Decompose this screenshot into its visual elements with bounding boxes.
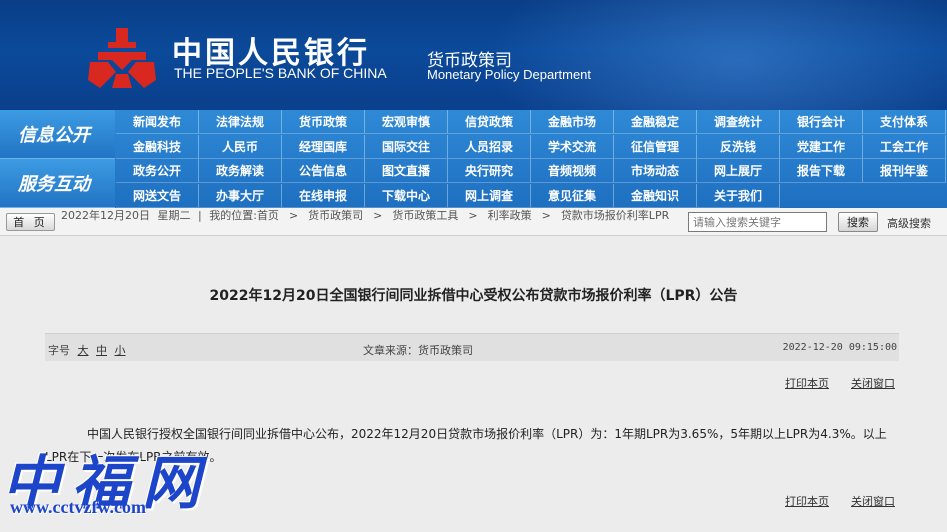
nav-item[interactable]: 银行会计 <box>780 110 863 134</box>
nav-item[interactable]: 报刊年鉴 <box>863 159 946 183</box>
nav-item[interactable]: 政务解读 <box>199 159 282 183</box>
font-size-controls: 字号 大 中 小 <box>48 342 126 358</box>
nav-item[interactable]: 公告信息 <box>282 159 365 183</box>
print-page-link-bottom[interactable]: 打印本页 <box>785 493 829 509</box>
home-button[interactable]: 首 页 <box>6 213 55 231</box>
nav-item[interactable]: 金融知识 <box>614 184 697 208</box>
header-glow <box>487 0 947 110</box>
article-meta-bar: 字号 大 中 小 文章来源：货币政策司 2022-12-20 09:15:00 <box>45 333 899 361</box>
nav-item[interactable]: 金融科技 <box>116 135 199 159</box>
nav-section-service-interaction[interactable]: 服务互动 <box>0 159 115 208</box>
font-size-label: 字号 <box>48 344 70 357</box>
close-window-link-bottom[interactable]: 关闭窗口 <box>851 493 895 509</box>
article-source: 文章来源：货币政策司 <box>363 344 473 357</box>
nav-section-info-disclosure[interactable]: 信息公开 <box>0 110 115 159</box>
pboc-logo-icon <box>88 28 156 88</box>
nav-item[interactable]: 下载中心 <box>365 184 448 208</box>
breadcrumb-separator: > <box>541 209 551 222</box>
article-title: 2022年12月20日全国银行间同业拆借中心受权公布贷款市场报价利率（LPR）公… <box>209 288 738 304</box>
location-prefix: 我的位置: <box>209 209 257 222</box>
font-size-medium[interactable]: 中 <box>96 344 107 357</box>
nav-item[interactable]: 关于我们 <box>697 184 780 208</box>
breadcrumb-separator: > <box>373 209 383 222</box>
nav-item[interactable]: 国际交往 <box>365 135 448 159</box>
nav-item[interactable]: 人民币 <box>199 135 282 159</box>
font-size-small[interactable]: 小 <box>115 344 126 357</box>
nav-item[interactable]: 市场动态 <box>614 159 697 183</box>
breadcrumb-item[interactable]: 货币政策工具 <box>392 209 458 222</box>
nav-item[interactable]: 网送文告 <box>116 184 199 208</box>
current-weekday: 星期二 <box>157 209 191 222</box>
nav-item[interactable]: 在线申报 <box>282 184 365 208</box>
nav-item[interactable]: 工会工作 <box>863 135 946 159</box>
nav-item[interactable]: 央行研究 <box>448 159 531 183</box>
nav-item[interactable]: 学术交流 <box>531 135 614 159</box>
nav-item[interactable]: 宏观审慎 <box>365 110 448 134</box>
nav-item[interactable]: 法律法规 <box>199 110 282 134</box>
main-navigation: 信息公开 服务互动 新闻发布 法律法规 货币政策 宏观审慎 信贷政策 金融市场 金融稳定 调查… <box>0 110 947 208</box>
bank-name-en: THE PEOPLE'S BANK OF CHINA <box>174 65 387 81</box>
publish-time: 2022-12-20 09:15:00 <box>782 342 897 353</box>
nav-item[interactable]: 支付体系 <box>863 110 946 134</box>
breadcrumb-divider: | <box>198 209 202 222</box>
breadcrumb-items: 首页 > 货币政策司 > 货币政策工具 > 利率政策 > 贷款市场报价利率LPR <box>257 209 669 222</box>
nav-item[interactable]: 网上调查 <box>448 184 531 208</box>
advanced-search-link[interactable]: 高级搜索 <box>887 215 931 231</box>
search-input[interactable] <box>688 212 827 232</box>
nav-item[interactable]: 办事大厅 <box>199 184 282 208</box>
nav-item[interactable]: 货币政策 <box>282 110 365 134</box>
search-button[interactable]: 搜索 <box>838 212 878 232</box>
site-header: 中国人民银行 THE PEOPLE'S BANK OF CHINA 货币政策司 … <box>0 0 947 110</box>
nav-item[interactable]: 图文直播 <box>365 159 448 183</box>
nav-item[interactable]: 音频视频 <box>531 159 614 183</box>
breadcrumb-item[interactable]: 首页 <box>257 209 279 222</box>
department-name-en: Monetary Policy Department <box>427 67 592 82</box>
nav-item[interactable]: 报告下载 <box>780 159 863 183</box>
nav-item[interactable]: 反洗钱 <box>697 135 780 159</box>
breadcrumb: 2022年12月20日 星期二 | 我的位置:首页 > 货币政策司 > 货币政策工具 > 利… <box>61 209 683 222</box>
nav-item[interactable]: 金融市场 <box>531 110 614 134</box>
nav-item[interactable]: 信贷政策 <box>448 110 531 134</box>
breadcrumb-item[interactable]: 货币政策司 <box>308 209 363 222</box>
breadcrumb-separator: > <box>468 209 478 222</box>
close-window-link-top[interactable]: 关闭窗口 <box>851 375 895 391</box>
nav-item[interactable]: 金融稳定 <box>614 110 697 134</box>
nav-item[interactable]: 人员招录 <box>448 135 531 159</box>
nav-item[interactable]: 意见征集 <box>531 184 614 208</box>
font-size-large[interactable]: 大 <box>78 344 89 357</box>
watermark-url: www.cctvzfw.com <box>10 497 146 517</box>
nav-item[interactable]: 政务公开 <box>116 159 199 183</box>
nav-grid: 新闻发布 法律法规 货币政策 宏观审慎 信贷政策 金融市场 金融稳定 调查统计 银行会计 支付体系… <box>116 110 947 208</box>
breadcrumb-bar: 首 页 2022年12月20日 星期二 | 我的位置:首页 > 货币政策司 > 货币政策… <box>0 208 947 236</box>
nav-item[interactable]: 征信管理 <box>614 135 697 159</box>
breadcrumb-item[interactable]: 贷款市场报价利率LPR <box>561 209 669 222</box>
nav-item[interactable]: 新闻发布 <box>116 110 199 134</box>
breadcrumb-item[interactable]: 利率政策 <box>488 209 532 222</box>
nav-item[interactable]: 党建工作 <box>780 135 863 159</box>
nav-item[interactable]: 网上展厅 <box>697 159 780 183</box>
nav-item[interactable]: 调查统计 <box>697 110 780 134</box>
current-date: 2022年12月20日 <box>61 209 150 222</box>
breadcrumb-separator: > <box>288 209 299 222</box>
print-page-link-top[interactable]: 打印本页 <box>785 375 829 391</box>
nav-item[interactable]: 经理国库 <box>282 135 365 159</box>
